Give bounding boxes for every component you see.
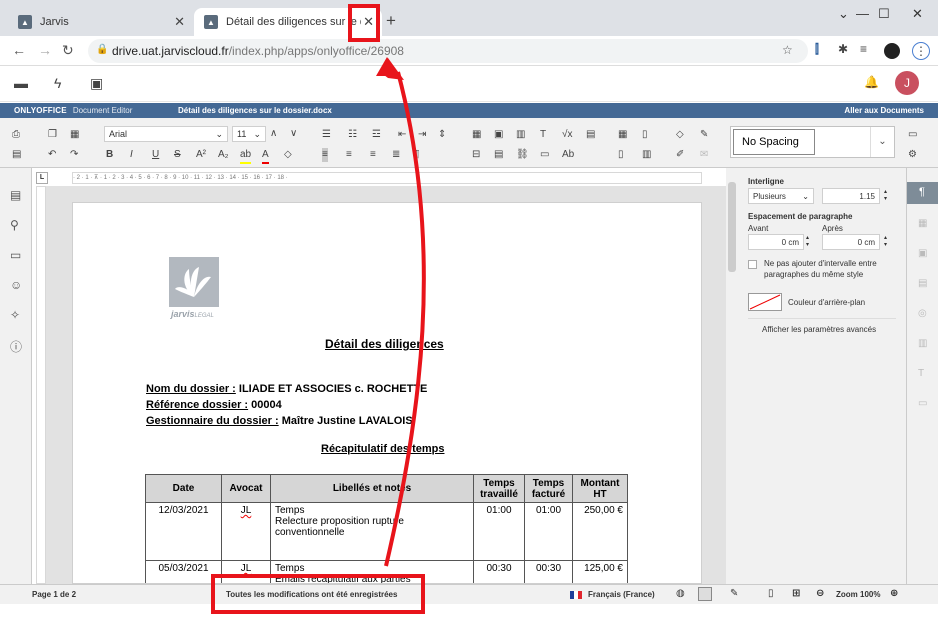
app: ▲ Jarvis ✕ ▲ Détail des diligences sur l… <box>0 0 938 617</box>
annotation-arrow-icon <box>376 57 426 567</box>
